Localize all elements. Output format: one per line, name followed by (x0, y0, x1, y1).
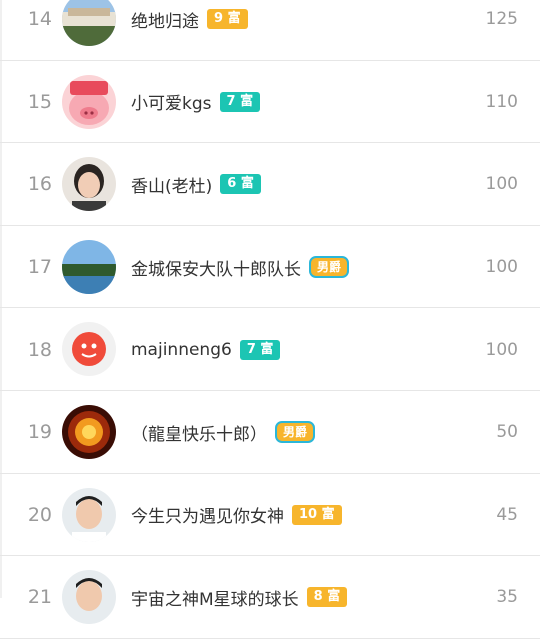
score-value: 125 (485, 9, 518, 30)
avatar[interactable] (62, 74, 116, 129)
list-item[interactable]: 15 小可爱kgs 7 富 110 (0, 61, 540, 144)
score-value: 45 (496, 504, 518, 525)
title-badge: 男爵 (275, 421, 316, 444)
rank-number: 14 (27, 8, 52, 31)
user-name: 小可爱kgs (131, 94, 212, 115)
user-name: （龍皇快乐十郎） (131, 424, 267, 445)
wealth-badge: 6 富 (220, 174, 261, 195)
wealth-badge: 10 富 (292, 504, 342, 525)
score-value: 50 (496, 422, 518, 443)
avatar[interactable] (62, 322, 116, 377)
user-name: 香山(老杜) (131, 176, 213, 197)
avatar[interactable] (62, 239, 116, 294)
score-value: 35 (496, 587, 518, 608)
rank-number: 15 (27, 90, 52, 113)
list-item[interactable]: 21 宇宙之神M星球的球长 8 富 35 (0, 556, 540, 639)
list-item[interactable]: 18 majinneng6 7 富 100 (0, 308, 540, 391)
score-value: 100 (485, 339, 518, 360)
rank-number: 18 (27, 338, 52, 361)
avatar[interactable] (62, 0, 116, 46)
avatar[interactable] (62, 404, 116, 459)
list-item[interactable]: 20 今生只为遇见你女神 10 富 45 (0, 474, 540, 557)
score-value: 100 (485, 174, 518, 195)
avatar[interactable] (62, 157, 116, 212)
avatar[interactable] (62, 487, 116, 542)
wealth-badge: 7 富 (239, 339, 281, 360)
leaderboard-list: 14 绝地归途 9 富 125 15 小可爱kgs 7 富 110 16 香山(… (0, 0, 540, 639)
score-value: 100 (485, 257, 518, 278)
rank-number: 19 (27, 421, 52, 444)
user-name: 宇宙之神M星球的球长 (131, 589, 299, 610)
list-item[interactable]: 16 香山(老杜) 6 富 100 (0, 143, 540, 226)
list-item[interactable]: 14 绝地归途 9 富 125 (0, 0, 540, 61)
score-value: 110 (485, 91, 518, 112)
user-name: majinneng6 (131, 339, 232, 360)
avatar[interactable] (62, 570, 116, 625)
list-item[interactable]: 19 （龍皇快乐十郎） 男爵 50 (0, 391, 540, 474)
rank-number: 17 (27, 256, 52, 279)
user-name: 绝地归途 (131, 11, 199, 32)
user-name: 今生只为遇见你女神 (131, 507, 284, 528)
wealth-badge: 7 富 (219, 91, 261, 112)
rank-number: 16 (27, 173, 52, 196)
rank-number: 21 (27, 586, 52, 609)
title-badge: 男爵 (309, 256, 350, 279)
wealth-badge: 8 富 (306, 587, 348, 608)
rank-number: 20 (27, 503, 52, 526)
list-item[interactable]: 17 金城保安大队十郎队长 男爵 100 (0, 226, 540, 309)
user-name: 金城保安大队十郎队长 (131, 259, 301, 280)
wealth-badge: 9 富 (207, 9, 248, 30)
